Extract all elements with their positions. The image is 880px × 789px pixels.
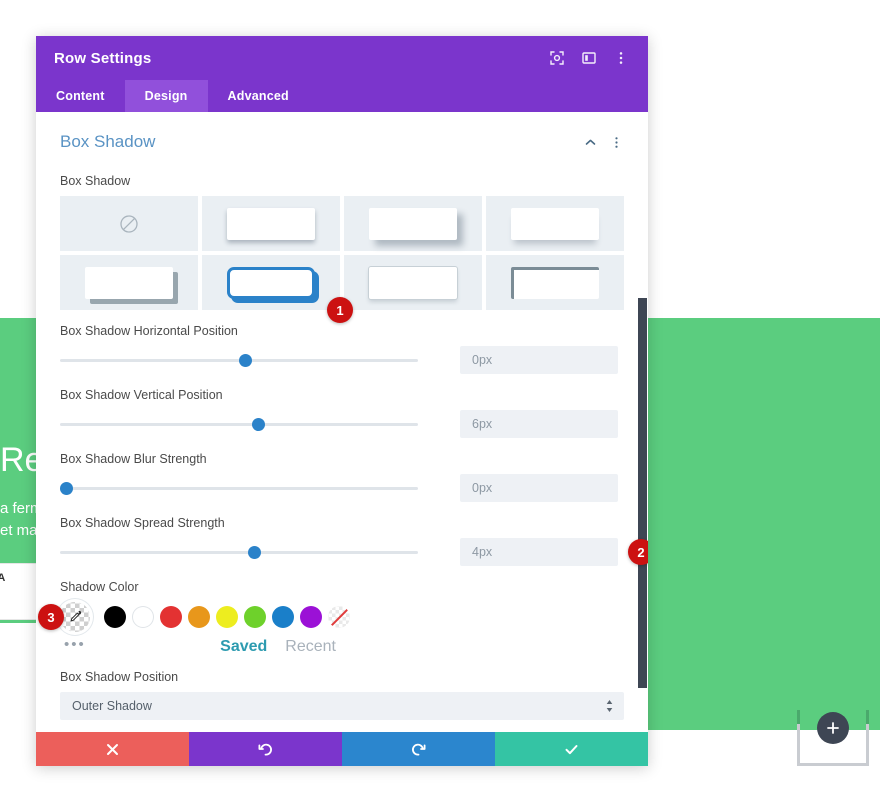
background-hero-section-right bbox=[648, 318, 880, 730]
more-vertical-icon[interactable] bbox=[612, 49, 630, 67]
redo-icon bbox=[411, 742, 426, 757]
picker-more-options[interactable]: ••• bbox=[64, 636, 86, 653]
blur-strength-label: Box Shadow Blur Strength bbox=[60, 452, 207, 466]
box-shadow-position-select-wrap: Outer Shadow bbox=[60, 692, 624, 720]
preset-inner-glow[interactable] bbox=[344, 255, 482, 310]
slider-track bbox=[60, 423, 418, 426]
vertical-position-row: 6px bbox=[60, 410, 624, 438]
horizontal-position-label: Box Shadow Horizontal Position bbox=[60, 324, 238, 338]
color-swatch-orange[interactable] bbox=[188, 606, 210, 628]
plus-icon[interactable] bbox=[817, 712, 849, 744]
horizontal-position-input[interactable]: 0px bbox=[460, 346, 618, 374]
slider-knob[interactable] bbox=[60, 482, 73, 495]
box-shadow-preset-grid: 1 bbox=[60, 196, 624, 323]
modal-header: Row Settings bbox=[36, 36, 648, 80]
spread-strength-slider[interactable] bbox=[60, 544, 418, 560]
annotation-badge-3: 3 bbox=[38, 604, 64, 630]
color-swatch-red[interactable] bbox=[160, 606, 182, 628]
add-section-bracket-right bbox=[866, 710, 869, 724]
preset-outline-solid[interactable]: 1 bbox=[202, 255, 353, 323]
blur-strength-input[interactable]: 0px bbox=[460, 474, 618, 502]
preset-top-left-edge[interactable] bbox=[486, 255, 624, 310]
modal-header-actions bbox=[548, 49, 630, 67]
modal-scrollbar[interactable] bbox=[638, 298, 647, 688]
modal-footer bbox=[36, 732, 648, 766]
eyedropper-icon[interactable]: 3 ••• bbox=[38, 602, 90, 653]
add-section-control[interactable] bbox=[797, 710, 869, 770]
shadow-color-label: Shadow Color bbox=[60, 580, 139, 594]
save-button[interactable] bbox=[495, 732, 648, 766]
undo-button[interactable] bbox=[189, 732, 342, 766]
box-shadow-preset-label: Box Shadow bbox=[60, 174, 131, 188]
modal-tabs: Content Design Advanced bbox=[36, 80, 648, 112]
color-swatch-yellow[interactable] bbox=[216, 606, 238, 628]
color-swatch-black[interactable] bbox=[104, 606, 126, 628]
palette-tab-saved[interactable]: Saved bbox=[220, 638, 267, 656]
blur-strength-row: 0px bbox=[60, 474, 624, 502]
modal-title: Row Settings bbox=[54, 49, 152, 67]
color-swatch-none[interactable] bbox=[328, 606, 350, 628]
modal-body: Box Shadow Box Shadow 1 Box Shadow Horiz… bbox=[36, 112, 648, 732]
annotation-badge-1: 1 bbox=[327, 297, 353, 323]
color-swatch-green[interactable] bbox=[244, 606, 266, 628]
tab-content[interactable]: Content bbox=[36, 80, 125, 112]
redo-button[interactable] bbox=[342, 732, 495, 766]
spread-strength-row: 4px 2 bbox=[60, 538, 648, 566]
close-icon bbox=[106, 743, 119, 756]
color-swatch-blue[interactable] bbox=[272, 606, 294, 628]
slider-knob[interactable] bbox=[247, 546, 261, 559]
blur-strength-slider[interactable] bbox=[60, 480, 418, 496]
section-title: Box Shadow bbox=[60, 132, 156, 151]
preset-swatch bbox=[227, 266, 315, 299]
row-settings-modal: Row Settings Content Design Advanced Box… bbox=[36, 36, 648, 766]
section-more-vertical-icon[interactable] bbox=[608, 134, 624, 150]
horizontal-position-slider[interactable] bbox=[60, 352, 418, 368]
color-swatch-list bbox=[104, 606, 350, 628]
vertical-position-slider[interactable] bbox=[60, 416, 418, 432]
preset-soft-bottom[interactable] bbox=[202, 196, 340, 251]
horizontal-position-row: 0px bbox=[60, 346, 624, 374]
slider-knob[interactable] bbox=[239, 354, 252, 367]
preset-swatch bbox=[227, 207, 315, 240]
preset-none[interactable] bbox=[60, 196, 198, 251]
color-swatch-purple[interactable] bbox=[300, 606, 322, 628]
preset-swatch bbox=[85, 266, 173, 299]
tab-design[interactable]: Design bbox=[124, 80, 208, 112]
layout-panel-icon[interactable] bbox=[580, 49, 598, 67]
preset-hard-corner[interactable] bbox=[60, 255, 198, 310]
color-swatch-white[interactable] bbox=[132, 606, 154, 628]
preset-wide-bottom[interactable] bbox=[486, 196, 624, 251]
undo-icon bbox=[258, 742, 273, 757]
box-shadow-position-select[interactable]: Outer Shadow bbox=[60, 692, 624, 720]
palette-tabs: Saved Recent bbox=[60, 638, 624, 656]
chevron-up-icon[interactable] bbox=[582, 134, 598, 150]
vertical-position-label: Box Shadow Vertical Position bbox=[60, 388, 223, 402]
preset-offset-corner[interactable] bbox=[344, 196, 482, 251]
check-icon bbox=[564, 742, 579, 757]
box-shadow-section-header: Box Shadow bbox=[60, 112, 624, 160]
preset-swatch bbox=[369, 207, 457, 240]
tab-advanced[interactable]: Advanced bbox=[208, 80, 309, 112]
vertical-position-input[interactable]: 6px bbox=[460, 410, 618, 438]
shadow-color-palette: 3 ••• bbox=[38, 602, 624, 653]
focus-target-icon[interactable] bbox=[548, 49, 566, 67]
slider-knob[interactable] bbox=[251, 418, 265, 431]
preset-swatch bbox=[369, 266, 457, 299]
box-shadow-position-label: Box Shadow Position bbox=[60, 670, 179, 684]
preset-swatch bbox=[511, 207, 599, 240]
annotation-badge-2: 2 bbox=[628, 539, 648, 565]
preset-swatch bbox=[511, 266, 599, 299]
palette-tab-recent[interactable]: Recent bbox=[285, 638, 336, 656]
cancel-button[interactable] bbox=[36, 732, 189, 766]
slider-track bbox=[60, 551, 418, 554]
spread-strength-input[interactable]: 4px bbox=[460, 538, 618, 566]
chevron-updown-icon bbox=[604, 698, 614, 714]
slider-track bbox=[60, 487, 418, 490]
add-section-bracket-left bbox=[797, 710, 800, 724]
spread-strength-label: Box Shadow Spread Strength bbox=[60, 516, 225, 530]
screen: Ren a ferm et ma T STA Row Settings bbox=[0, 0, 880, 789]
